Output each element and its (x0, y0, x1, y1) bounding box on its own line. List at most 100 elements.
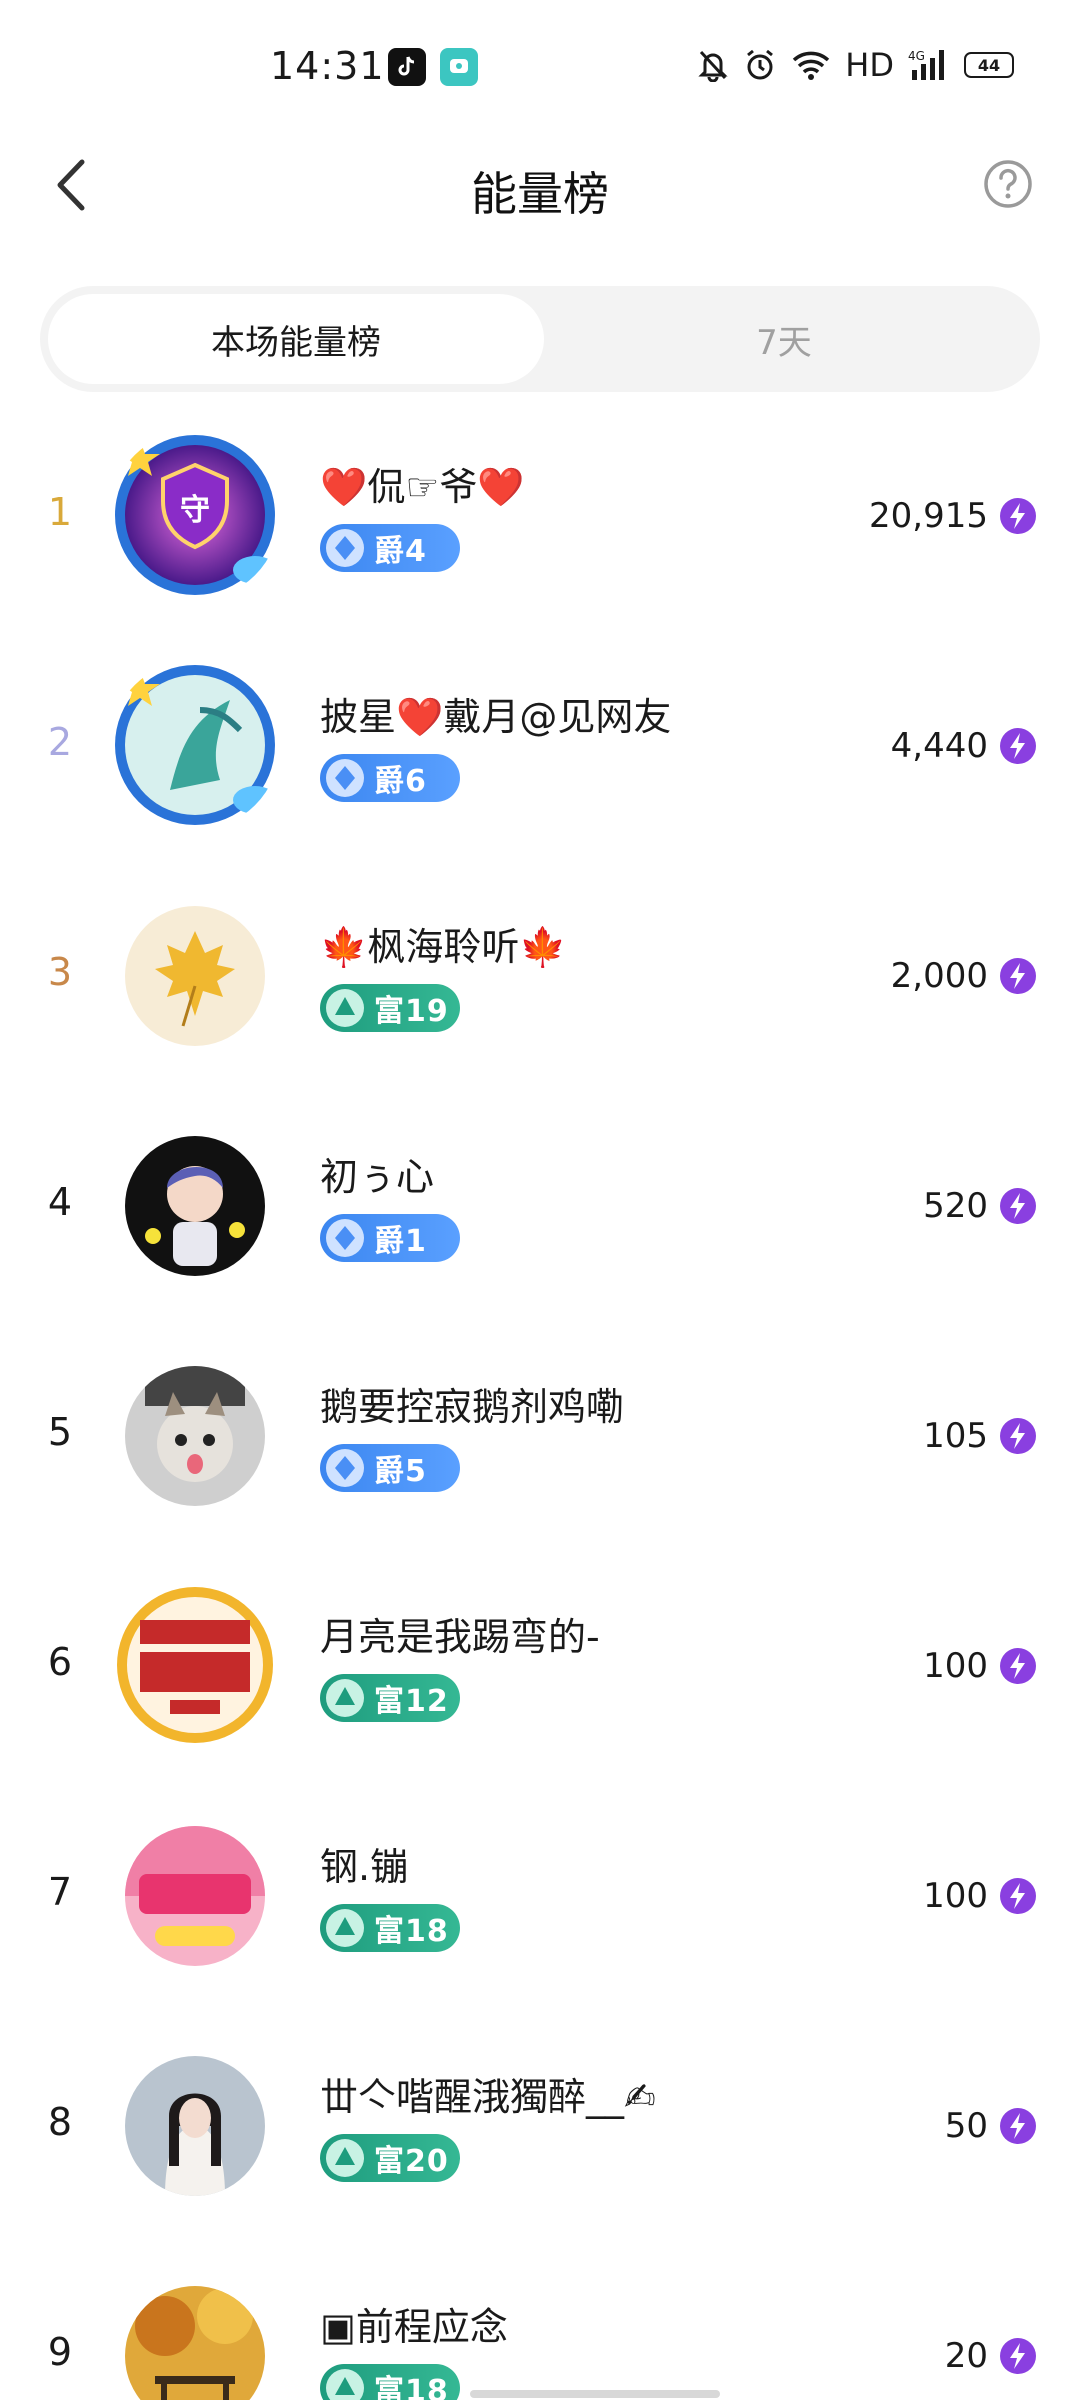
nickname: 🍁枫海聆听🍁 (320, 925, 567, 969)
energy-icon (1000, 1648, 1036, 1684)
list-item[interactable]: 5 鹅要控寂鹅剂鸡嘞 爵5 105 (0, 1320, 1080, 1550)
woman-photo-avatar (125, 2056, 265, 2196)
badge-label: 爵6 (374, 764, 427, 799)
diamond-emblem-icon (326, 759, 364, 797)
status-icons: HD 4G 44 (697, 46, 1014, 84)
diamond-emblem-icon (326, 529, 364, 567)
level-badge: 爵1 (320, 1214, 460, 1262)
maple-leaf-avatar (125, 906, 265, 1046)
wifi-icon (793, 51, 830, 80)
chat-app-icon (440, 48, 478, 86)
rank-number: 4 (47, 1180, 73, 1224)
list-item[interactable]: 7 钢.镚 富18 100 (0, 1780, 1080, 2010)
energy-icon (1000, 728, 1036, 764)
avatar[interactable] (125, 906, 265, 1046)
avatar[interactable] (125, 2286, 265, 2400)
energy-icon (1000, 958, 1036, 994)
badge-label: 富12 (374, 1684, 449, 1719)
cat-avatar (125, 1366, 265, 1506)
nickname: ▣前程应念 (320, 2305, 508, 2349)
nickname: 鹅要控寂鹅剂鸡嘞 (320, 1385, 625, 1429)
level-badge: 爵6 (320, 754, 460, 802)
tab-7-days[interactable]: 7天 (536, 294, 1032, 384)
avatar[interactable]: 守 (110, 430, 280, 600)
energy-icon (1000, 1878, 1036, 1914)
status-time: 14:31 (270, 44, 385, 88)
rank-number: 9 (47, 2330, 73, 2374)
avatar[interactable] (125, 1826, 265, 1966)
badge-label: 富19 (374, 994, 449, 1029)
triangle-emblem-icon (326, 1679, 364, 1717)
triangle-emblem-icon (326, 989, 364, 1027)
list-item[interactable]: 2 披星❤️戴月@见网友 爵6 4,440 (0, 630, 1080, 860)
svg-text:守: 守 (180, 493, 210, 528)
level-badge: 爵5 (320, 1444, 460, 1492)
level-badge: 富20 (320, 2134, 460, 2182)
list-item[interactable]: 4 初ぅ心 爵1 520 (0, 1090, 1080, 1320)
energy-score: 100 (923, 1646, 988, 1686)
energy-score: 105 (923, 1416, 988, 1456)
badge-label: 富18 (374, 2374, 449, 2400)
alarm-icon (747, 49, 774, 80)
tiktok-icon (388, 48, 426, 86)
triangle-emblem-icon (326, 1909, 364, 1947)
nickname: 钢.镚 (320, 1845, 409, 1889)
energy-score: 20 (944, 2336, 988, 2376)
energy-icon (1000, 2338, 1036, 2374)
energy-score: 50 (944, 2106, 988, 2146)
energy-score: 520 (923, 1186, 988, 1226)
nickname: 丗亽喈醒涐獨醉__✍ (320, 2075, 656, 2119)
rank-number: 6 (47, 1640, 73, 1684)
triangle-emblem-icon (326, 2139, 364, 2177)
nickname: ❤️侃☞爷❤️ (320, 465, 525, 509)
page-title: 能量榜 (471, 167, 609, 221)
list-item[interactable]: 3 🍁枫海聆听🍁 富19 2,000 (0, 860, 1080, 1090)
wedding-expo-avatar (117, 1587, 273, 1743)
ranking-tabs: 本场能量榜 7天 (40, 286, 1040, 392)
rank-number: 1 (47, 490, 73, 534)
list-item[interactable]: 6 月亮是我踢弯的- 富12 100 (0, 1550, 1080, 1780)
triangle-emblem-icon (326, 2369, 364, 2400)
energy-score: 2,000 (890, 956, 988, 996)
level-badge: 富12 (320, 1674, 460, 1722)
guardian-frame-avatar: 守 (115, 435, 277, 595)
badge-label: 富20 (374, 2144, 449, 2179)
rank-number: 8 (47, 2100, 73, 2144)
energy-icon (1000, 1418, 1036, 1454)
dragon-frame-avatar (115, 665, 277, 825)
home-indicator[interactable] (470, 2390, 720, 2398)
energy-score: 100 (923, 1876, 988, 1916)
avatar[interactable] (125, 1366, 265, 1506)
question-mark-icon (984, 160, 1032, 208)
diamond-emblem-icon (326, 1219, 364, 1257)
status-bar: 14:31 HD 4G 44 (0, 0, 1080, 136)
list-item[interactable]: 1 守 ❤️侃☞爷❤️ 爵4 20,915 (0, 400, 1080, 630)
autumn-bench-avatar (125, 2286, 265, 2400)
header: 能量榜 (0, 136, 1080, 236)
energy-icon (1000, 2108, 1036, 2144)
rank-number: 2 (47, 720, 73, 764)
energy-score: 4,440 (890, 726, 988, 766)
svg-text:4G: 4G (908, 49, 925, 63)
energy-icon (1000, 498, 1036, 534)
help-button[interactable] (978, 154, 1038, 214)
battery-icon: 44 (964, 52, 1014, 78)
level-badge: 爵4 (320, 524, 460, 572)
level-badge: 富19 (320, 984, 460, 1032)
tab-current-session[interactable]: 本场能量榜 (48, 294, 544, 384)
badge-label: 爵1 (374, 1224, 427, 1259)
avatar[interactable] (110, 660, 280, 830)
mute-bell-icon (698, 50, 728, 82)
nickname: 披星❤️戴月@见网友 (320, 695, 672, 739)
signal-icon: 4G (908, 49, 944, 80)
avatar[interactable] (110, 1580, 280, 1750)
level-badge: 富18 (320, 2364, 460, 2400)
energy-score: 20,915 (869, 496, 988, 536)
list-item[interactable]: 9 ▣前程应念 富18 20 (0, 2240, 1080, 2400)
avatar[interactable] (125, 1136, 265, 1276)
headline-avatar (125, 1826, 265, 1966)
rank-number: 3 (47, 950, 73, 994)
nickname: 初ぅ心 (320, 1155, 435, 1199)
list-item[interactable]: 8 丗亽喈醒涐獨醉__✍ 富20 50 (0, 2010, 1080, 2240)
avatar[interactable] (125, 2056, 265, 2196)
